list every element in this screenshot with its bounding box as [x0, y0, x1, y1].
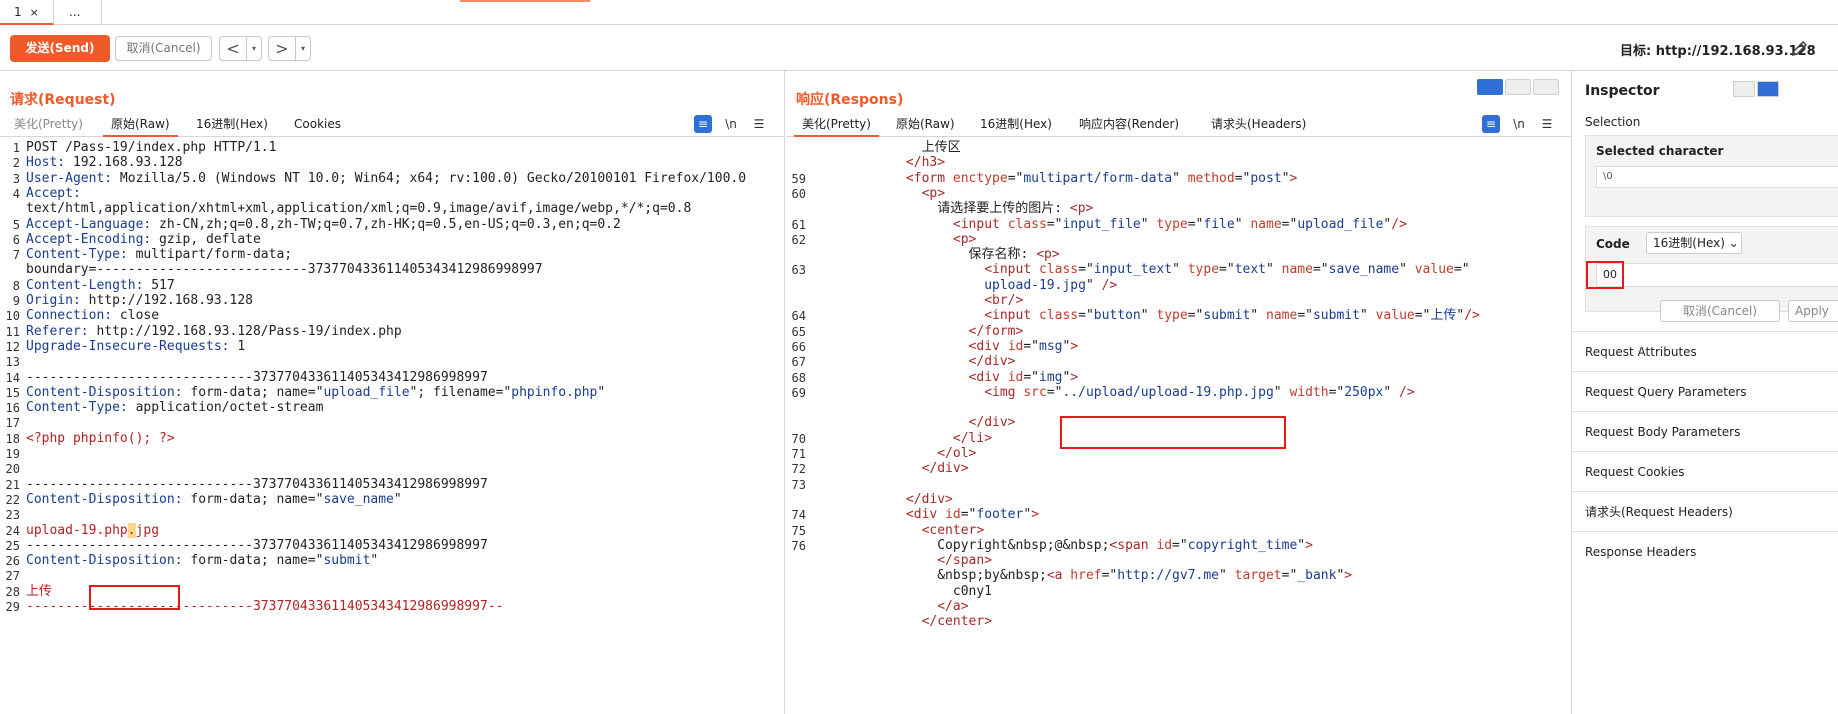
request-title: 请求(Request) [10, 92, 116, 108]
history-forward-group[interactable]: > ▾ [268, 36, 311, 61]
history-back-group[interactable]: < ▾ [219, 36, 262, 61]
cancel-button[interactable]: 取消(Cancel) [115, 36, 212, 61]
layout-split-icon[interactable] [1477, 79, 1503, 95]
request-tabs: 美化(Pretty) 原始(Raw) 16进制(Hex) Cookies [0, 113, 784, 137]
layout-tabs-icon[interactable] [1533, 79, 1559, 95]
selected-character-card: Selected character \0 [1585, 135, 1838, 217]
tab-render[interactable]: 响应内容(Render) [1071, 113, 1187, 137]
inspector-section[interactable]: Request Body Parameters [1573, 411, 1838, 451]
tab-bar: 1 × ... [0, 0, 1838, 25]
selection-heading: Selection [1585, 115, 1641, 129]
back-arrow-icon[interactable]: < [220, 37, 246, 60]
inspector-layout-icon[interactable] [1733, 81, 1755, 97]
line-number: 63 [791, 263, 806, 278]
menu-icon[interactable]: ☰ [1538, 115, 1556, 133]
tab-more[interactable]: ... [54, 0, 102, 25]
inspector-sections: Request Attributes Request Query Paramete… [1573, 331, 1838, 571]
inspector-panel: Inspector Selection Selected character \… [1573, 71, 1838, 714]
highlight-box [89, 585, 180, 610]
tab-pretty[interactable]: 美化(Pretty) [794, 113, 879, 137]
tab-pretty[interactable]: 美化(Pretty) [6, 113, 91, 137]
send-button[interactable]: 发送(Send) [10, 35, 110, 62]
request-pane: 请求(Request) 美化(Pretty) 原始(Raw) 16进制(Hex)… [0, 71, 785, 714]
request-view-options: ≡ \n ☰ [684, 115, 768, 133]
line-content: </center> [921, 614, 993, 630]
code-label: Code [1596, 237, 1630, 251]
layout-horizontal-icon[interactable] [1505, 79, 1531, 95]
line-number: 76 [791, 538, 806, 553]
tab-1[interactable]: 1 × [0, 0, 54, 25]
code-value-input[interactable]: 00 [1596, 263, 1838, 287]
code-format-value: 16进制(Hex) [1653, 236, 1725, 250]
tab-headers[interactable]: 请求头(Headers) [1203, 113, 1314, 137]
inspector-section[interactable]: Response Headers [1573, 531, 1838, 571]
inspector-cancel-button[interactable]: 取消(Cancel) [1660, 300, 1780, 322]
tab-close-icon[interactable]: × [30, 6, 39, 19]
line-content: Content-Disposition: form-data; name="sa… [26, 491, 402, 507]
inspector-dock-icon[interactable] [1757, 81, 1779, 97]
inspector-section[interactable]: Request Query Parameters [1573, 371, 1838, 411]
tab-cookies[interactable]: Cookies [286, 113, 349, 137]
line-content: Content-Type: application/octet-stream [26, 400, 324, 416]
wrap-text-icon[interactable]: ≡ [1482, 115, 1500, 133]
response-pane: 响应(Respons) 美化(Pretty) 原始(Raw) 16进制(Hex)… [786, 71, 1572, 714]
menu-icon[interactable]: ☰ [750, 115, 768, 133]
tab-hex[interactable]: 16进制(Hex) [972, 113, 1060, 137]
line-content: Upgrade-Insecure-Requests: 1 [26, 338, 246, 354]
line-content: </div> [921, 461, 969, 477]
tab-1-label: 1 [14, 5, 22, 19]
request-editor[interactable]: 1 POST /Pass-19/index.php HTTP/1.1 2 Host: … [0, 139, 784, 714]
line-number: 60 [791, 186, 806, 201]
inspector-controls [1733, 81, 1781, 97]
toolbar: 发送(Send) 取消(Cancel) < ▾ > ▾ 目标: http://1… [0, 25, 1838, 71]
newline-icon[interactable]: \n [722, 115, 740, 133]
wrap-text-icon[interactable]: ≡ [694, 115, 712, 133]
tab-raw[interactable]: 原始(Raw) [888, 113, 963, 137]
tab-raw[interactable]: 原始(Raw) [103, 113, 178, 137]
inspector-section[interactable]: Request Attributes [1573, 331, 1838, 371]
forward-arrow-icon[interactable]: > [269, 37, 295, 60]
edit-target-icon[interactable] [1790, 38, 1810, 58]
selected-character-label: Selected character [1596, 144, 1724, 158]
inspector-title: Inspector [1585, 83, 1660, 99]
active-indicator [460, 0, 590, 2]
response-tabs: 美化(Pretty) 原始(Raw) 16进制(Hex) 响应内容(Render… [786, 113, 1571, 137]
highlight-box [1060, 416, 1286, 449]
tab-hex[interactable]: 16进制(Hex) [188, 113, 276, 137]
forward-dropdown-icon[interactable]: ▾ [295, 37, 310, 60]
code-format-select[interactable]: 16进制(Hex) ⌄ [1646, 232, 1742, 254]
line-content: Content-Disposition: form-data; name="su… [26, 553, 379, 569]
highlight-box [1586, 261, 1624, 289]
response-view-options: ≡ \n ☰ [1472, 115, 1556, 133]
line-content: <img src="../upload/upload-19.php.jpg" w… [984, 384, 1415, 400]
line-number: 29 [5, 600, 20, 614]
inspector-section[interactable]: Request Cookies [1573, 451, 1838, 491]
response-title: 响应(Respons) [796, 92, 904, 108]
line-number: 4 [12, 186, 20, 201]
inspector-section[interactable]: 请求头(Request Headers) [1573, 491, 1838, 531]
line-number: 73 [791, 477, 806, 492]
layout-toggle [1475, 79, 1559, 95]
target-url: 目标: http://192.168.93.128 [1620, 44, 1816, 59]
line-number: 7 [12, 248, 20, 263]
chevron-down-icon: ⌄ [1728, 236, 1739, 250]
line-number: 69 [791, 385, 806, 400]
selected-character-value[interactable]: \0 [1596, 166, 1838, 188]
line-number: 62 [791, 232, 806, 247]
line-content: <?php phpinfo(); ?> [26, 430, 175, 446]
newline-icon[interactable]: \n [1510, 115, 1528, 133]
line-content: User-Agent: Mozilla/5.0 (Windows NT 10.0… [26, 170, 747, 186]
inspector-apply-button[interactable]: Apply [1788, 300, 1838, 322]
back-dropdown-icon[interactable]: ▾ [246, 37, 261, 60]
